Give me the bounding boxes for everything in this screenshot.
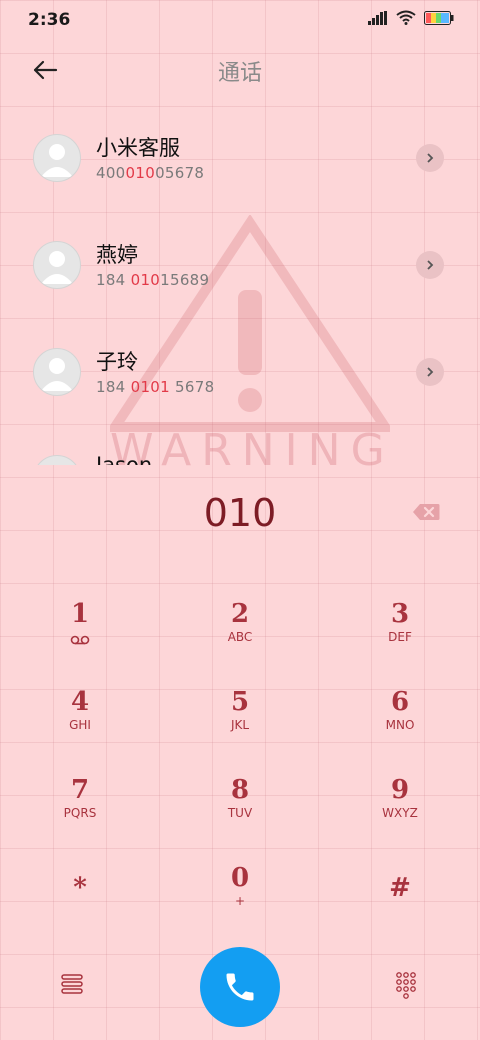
key-letters: TUV (227, 806, 253, 820)
detail-button[interactable] (416, 144, 444, 172)
phone-icon (226, 973, 254, 1001)
page-title: 通话 (217, 61, 262, 86)
key-4[interactable]: 4 GHI (0, 686, 160, 766)
voicemail-icon (70, 635, 90, 645)
key-letters: DEF (388, 630, 412, 644)
status-time: 2:36 (28, 10, 71, 30)
person-icon (34, 456, 80, 465)
key-digit: 3 (390, 599, 410, 629)
key-0[interactable]: 0 + (160, 862, 320, 942)
signal-icon (368, 10, 387, 25)
key-digit: 8 (230, 775, 250, 805)
contact-row[interactable]: 燕婷 184 01015689 (0, 217, 480, 317)
key-letters: WXYZ (382, 806, 418, 820)
status-icons (368, 10, 454, 25)
battery-icon (424, 10, 454, 25)
key-8[interactable]: 8 TUV (160, 774, 320, 854)
contact-name: 子玲 (96, 350, 138, 374)
backspace-icon (413, 504, 440, 520)
backspace-button[interactable] (412, 503, 440, 525)
key-digit: 2 (230, 599, 250, 629)
status-bar: 2:36 (0, 0, 480, 40)
dialpad-toggle-button[interactable] (394, 971, 418, 1003)
key-digit: 5 (230, 687, 250, 717)
detail-button[interactable] (416, 251, 444, 279)
key-star[interactable]: * (0, 872, 160, 952)
person-icon (41, 251, 73, 284)
key-digit: 1 (70, 599, 90, 629)
dialed-number: 010 (203, 491, 277, 535)
chevron-right-icon (427, 260, 434, 270)
key-digit: 9 (390, 775, 410, 805)
key-digit: * (73, 873, 87, 903)
person-icon (41, 144, 73, 177)
wifi-icon (396, 10, 416, 25)
key-2[interactable]: 2 ABC (160, 598, 320, 678)
dial-display: 010 (0, 485, 480, 545)
key-digit: 0 (230, 863, 250, 893)
contact-row[interactable]: 子玲 184 0101 5678 (0, 324, 480, 424)
header: 通话 (0, 45, 480, 95)
key-5[interactable]: 5 JKL (160, 686, 320, 766)
chevron-right-icon (427, 367, 434, 377)
avatar (33, 134, 81, 182)
key-7[interactable]: 7 PQRS (0, 774, 160, 854)
key-digit: 6 (390, 687, 410, 717)
contact-number: 184 0101 5678 (96, 378, 215, 396)
contact-row[interactable]: Jason (0, 431, 480, 465)
contact-row[interactable]: 小米客服 40001005678 (0, 110, 480, 210)
key-digit: 7 (70, 775, 90, 805)
key-letters: MNO (385, 718, 415, 732)
key-9[interactable]: 9 WXYZ (320, 774, 480, 854)
key-letters: PQRS (63, 806, 97, 820)
call-button[interactable] (200, 947, 280, 1027)
menu-icon (61, 974, 83, 994)
contact-number: 184 01015689 (96, 271, 210, 289)
key-letters: GHI (69, 718, 91, 732)
contact-name: 燕婷 (96, 243, 138, 267)
person-icon (41, 358, 73, 391)
contact-name: 小米客服 (96, 136, 180, 160)
detail-button[interactable] (416, 358, 444, 386)
key-1[interactable]: 1 (0, 598, 160, 678)
avatar (33, 348, 81, 396)
menu-button[interactable] (60, 973, 84, 999)
contact-number: 40001005678 (96, 164, 205, 182)
key-3[interactable]: 3 DEF (320, 598, 480, 678)
avatar (33, 241, 81, 289)
match-highlight: 0101 (130, 378, 170, 396)
key-digit: 4 (70, 687, 90, 717)
key-hash[interactable]: # (320, 872, 480, 952)
key-letters: JKL (230, 718, 250, 732)
contact-name: Jason (96, 453, 153, 465)
bottom-actions (0, 945, 480, 1027)
match-highlight: 010 (130, 271, 161, 289)
key-digit: # (389, 873, 411, 903)
key-letters: ABC (227, 630, 253, 644)
key-6[interactable]: 6 MNO (320, 686, 480, 766)
dialpad-icon (396, 972, 416, 999)
key-letters: + (234, 894, 246, 908)
chevron-right-icon (427, 153, 434, 163)
match-highlight: 010 (125, 164, 156, 182)
contact-list[interactable]: 小米客服 40001005678 燕婷 184 01015689 子玲 184 … (0, 110, 480, 465)
avatar (33, 455, 81, 465)
